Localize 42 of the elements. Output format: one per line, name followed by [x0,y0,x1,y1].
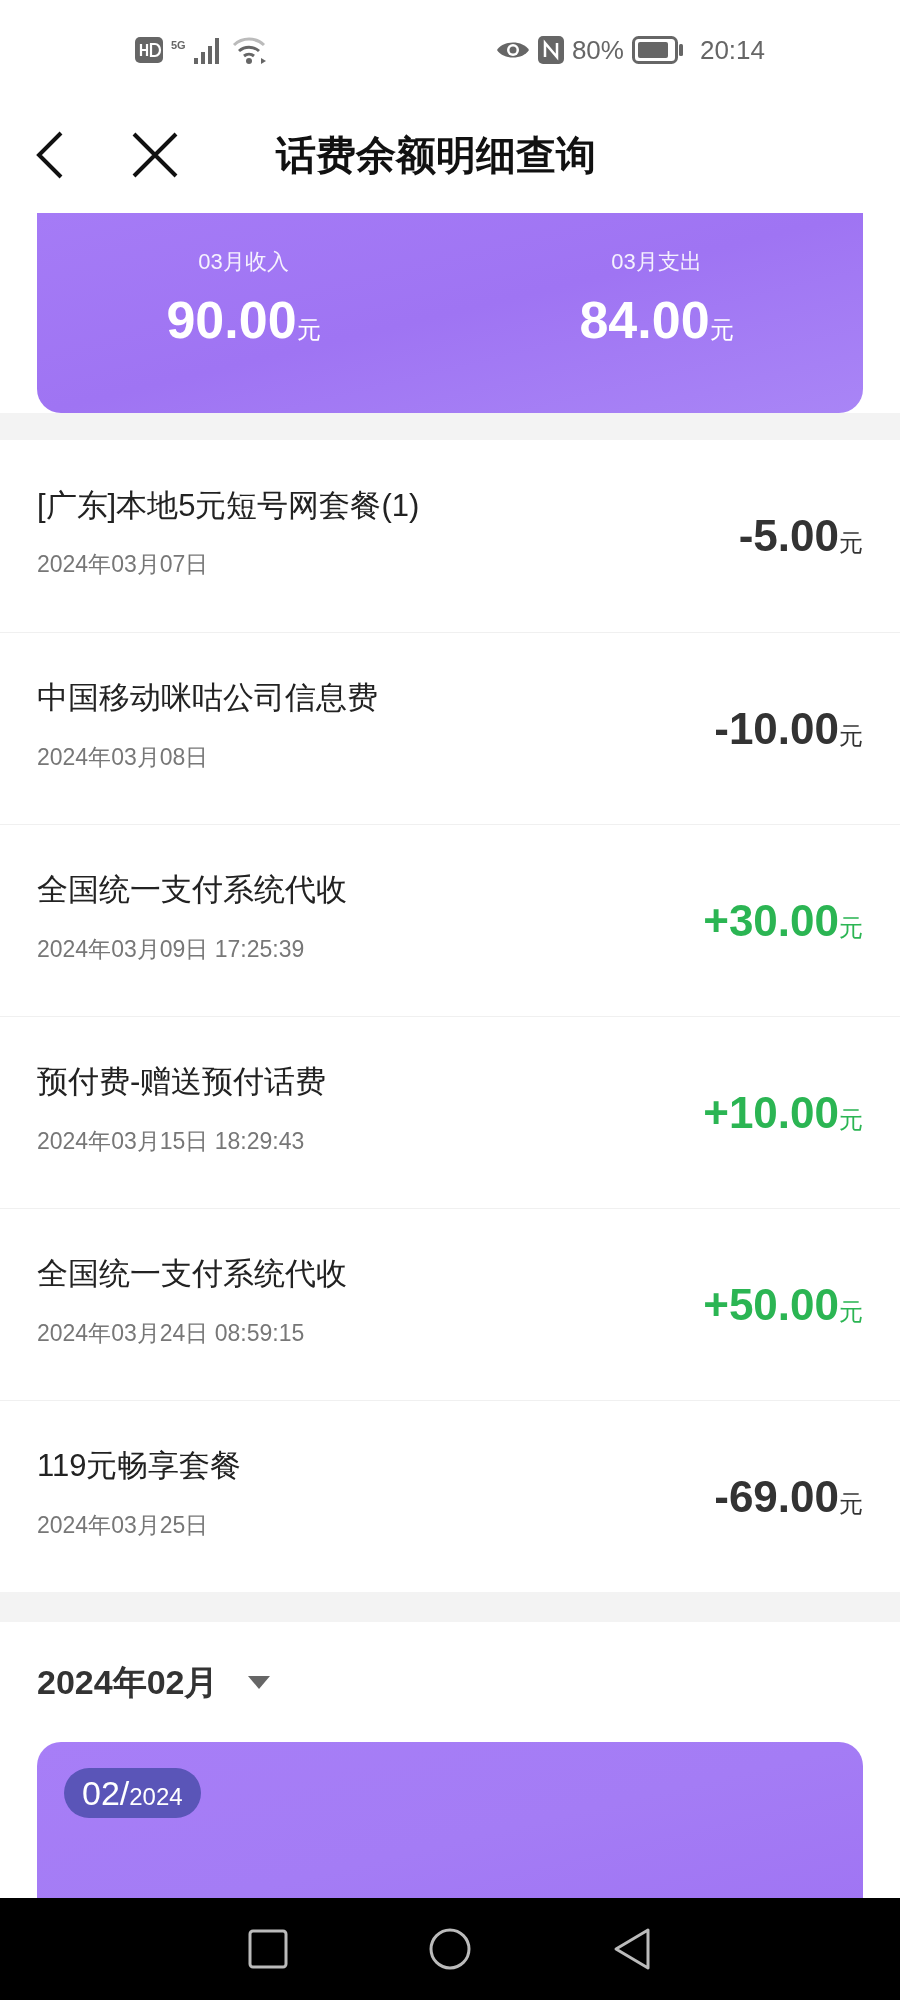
wifi-icon [231,35,268,65]
home-button[interactable] [428,1927,472,1971]
record-title: 中国移动咪咕公司信息费 [37,679,378,717]
hd-icon [135,37,163,63]
expense-amount: 84.00元 [579,294,734,346]
expense-label: 03月支出 [611,248,702,276]
record-date: 2024年03月07日 [37,550,210,579]
record-date: 2024年03月08日 [37,742,210,772]
record-amount: -5.00元 [738,510,863,562]
record-row[interactable]: 全国统一支付系统代收 2024年03月09日 17:25:39 +30.00元 [0,824,900,1016]
record-date: 2024年03月25日 [37,1510,210,1540]
record-title: 全国统一支付系统代收 [37,871,347,909]
income-label: 03月收入 [198,248,289,276]
dropdown-icon [248,1675,271,1689]
record-title: 119元畅享套餐 [37,1447,242,1485]
record-row[interactable]: [广东]本地5元短号网套餐(1) 2024年03月07日 -5.00元 [0,440,900,632]
record-title: [广东]本地5元短号网套餐(1) [37,486,420,525]
record-row[interactable]: 119元畅享套餐 2024年03月25日 -69.00元 [0,1400,900,1592]
income-amount: 90.00元 [166,294,321,346]
record-amount: +10.00元 [703,1086,863,1139]
record-title: 全国统一支付系统代收 [37,1255,347,1293]
record-row[interactable]: 全国统一支付系统代收 2024年03月24日 08:59:15 +50.00元 [0,1208,900,1400]
month-selector[interactable]: 2024年02月 [37,1622,271,1742]
network-type: 5G [171,38,186,53]
month-badge: 02/2024 [64,1768,201,1818]
record-amount: +50.00元 [703,1278,863,1331]
record-row[interactable]: 预付费-赠送预付话费 2024年03月15日 18:29:43 +10.00元 [0,1016,900,1208]
page-title: 话费余额明细查询 [276,132,596,179]
record-date: 2024年03月24日 08:59:15 [37,1318,306,1348]
record-date: 2024年03月15日 18:29:43 [37,1126,306,1156]
record-row[interactable]: 中国移动咪咕公司信息费 2024年03月08日 -10.00元 [0,632,900,824]
record-amount: -69.00元 [714,1470,863,1523]
battery-percent: 80% [571,33,624,67]
nfc-icon [537,36,564,64]
record-date: 2024年03月09日 17:25:39 [37,934,306,964]
back-nav-button[interactable] [612,1927,652,1971]
record-amount: +30.00元 [703,894,863,947]
clock: 20:14 [699,33,765,67]
recent-apps-button[interactable] [248,1929,288,1969]
battery-icon [631,36,684,64]
record-title: 预付费-赠送预付话费 [37,1063,327,1101]
record-amount: -10.00元 [714,702,863,755]
